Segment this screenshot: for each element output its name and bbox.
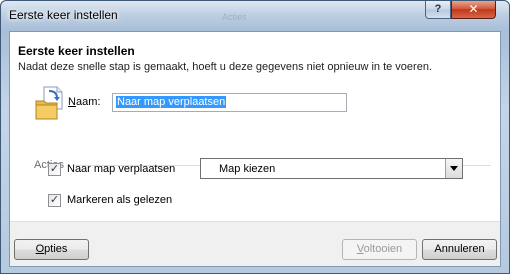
dialog-window: Eerste keer instellen Acties ? ✕ Eerste … [0, 0, 510, 274]
dialog-description: Nadat deze snelle stap is gemaakt, hoeft… [18, 61, 432, 73]
options-button[interactable]: Opties [14, 239, 89, 260]
chevron-down-icon[interactable] [445, 159, 462, 178]
finish-button[interactable]: Voltooien [342, 239, 417, 260]
dialog-body: Eerste keer instellen Nadat deze snelle … [9, 31, 501, 267]
move-to-folder-checkbox[interactable]: ✓ [48, 162, 61, 176]
cancel-button[interactable]: Annuleren [422, 239, 497, 260]
window-title: Eerste keer instellen [9, 8, 118, 22]
close-button[interactable]: ✕ [451, 1, 496, 19]
document-folder-icon [35, 86, 63, 120]
folder-select-value: Map kiezen [219, 163, 276, 175]
name-label: Naam: [68, 96, 101, 108]
help-button[interactable]: ? [425, 1, 451, 19]
name-input[interactable]: Naar map verplaatsen [112, 93, 347, 112]
folder-select[interactable]: Map kiezen [200, 158, 463, 179]
move-to-folder-label[interactable]: Naar map verplaatsen [67, 163, 175, 175]
background-window-title: Acties [222, 12, 247, 22]
name-input-value[interactable]: Naar map verplaatsen [116, 96, 227, 108]
check-icon: ✓ [49, 193, 60, 206]
mark-as-read-label[interactable]: Markeren als gelezen [67, 194, 172, 206]
header-pane: Eerste keer instellen Nadat deze snelle … [10, 32, 500, 76]
mark-as-read-checkbox[interactable]: ✓ [48, 193, 61, 207]
check-icon: ✓ [49, 162, 60, 175]
dialog-heading: Eerste keer instellen [18, 44, 135, 58]
